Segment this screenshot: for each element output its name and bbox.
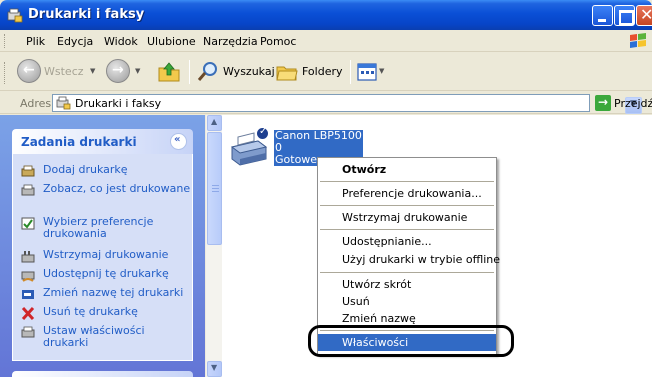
back-arrow-icon: ←: [23, 62, 35, 78]
printer-tasks-panel: Zadania drukarki « Dodaj drukarkę Zobacz…: [12, 129, 193, 361]
scroll-thumb[interactable]: [207, 132, 222, 245]
menu-use-offline[interactable]: Użyj drukarki w trybie offline: [318, 251, 500, 268]
minimize-button[interactable]: [592, 5, 613, 26]
forward-arrow-icon: →: [112, 62, 124, 78]
menu-printing-preferences[interactable]: Preferencje drukowania...: [318, 185, 496, 202]
menu-bar: Plik Edycja Widok Ulubione Narzędzia Pom…: [0, 30, 652, 52]
menu-delete[interactable]: Usuń: [318, 293, 496, 310]
task-pane: Zadania drukarki « Dodaj drukarkę Zobacz…: [0, 115, 205, 377]
menu-edit[interactable]: Edycja: [57, 35, 93, 48]
properties-icon: [21, 326, 35, 338]
toolbar-separator: [189, 60, 190, 84]
menu-separator: [320, 229, 494, 230]
printer-tasks-list: Dodaj drukarkę Zobacz, co jest drukowane…: [12, 154, 193, 361]
views-dropdown-icon[interactable]: ▼: [379, 67, 384, 75]
title-bar[interactable]: Drukarki i faksy ✕: [0, 0, 652, 30]
printers-folder-icon: [7, 8, 23, 23]
highlight-callout: [308, 325, 514, 357]
arrow-down-icon: ▼: [211, 363, 218, 372]
pause-printer-icon: [21, 251, 35, 263]
toolbar-grip[interactable]: [4, 62, 7, 84]
task-printer-properties[interactable]: Ustaw właściwości drukarki: [21, 325, 191, 351]
back-dropdown-icon[interactable]: ▼: [90, 67, 95, 75]
folders-button-label[interactable]: Foldery: [302, 65, 343, 78]
default-printer-check-icon: ✓: [256, 126, 269, 140]
maximize-button[interactable]: [614, 5, 635, 26]
menu-file[interactable]: Plik: [26, 35, 45, 48]
task-share-printer[interactable]: Udostępnij tę drukarkę: [21, 268, 191, 282]
menu-sharing[interactable]: Udostępnianie...: [318, 233, 496, 250]
menu-favorites[interactable]: Ulubione: [147, 35, 196, 48]
menu-open[interactable]: Otwórz: [318, 161, 496, 178]
collapse-icon: «: [174, 134, 181, 145]
views-icon[interactable]: [357, 62, 377, 82]
second-panel-header[interactable]: [12, 371, 193, 377]
arrow-up-icon: ▲: [211, 117, 218, 126]
menu-pause-printing[interactable]: Wstrzymaj drukowanie: [318, 209, 496, 226]
print-queue-icon: [21, 184, 35, 196]
share-printer-icon: [21, 271, 35, 282]
back-label[interactable]: Wstecz: [44, 65, 84, 78]
address-value: Drukarki i faksy: [75, 97, 162, 110]
rename-icon: [22, 290, 34, 299]
menu-separator: [320, 205, 494, 206]
address-label: Adres: [20, 97, 52, 110]
address-input[interactable]: Drukarki i faksy ▼: [52, 94, 642, 114]
folders-icon[interactable]: [276, 61, 298, 83]
search-icon[interactable]: [196, 60, 220, 84]
task-add-printer[interactable]: Dodaj drukarkę: [21, 164, 191, 178]
printers-folder-icon: [56, 96, 71, 110]
toolbar: ← Wstecz ▼ → ▼ Wyszukaj Foldery ▼: [0, 53, 652, 91]
menu-separator: [320, 272, 494, 273]
task-pause-printing[interactable]: Wstrzymaj drukowanie: [21, 249, 191, 263]
task-see-printing[interactable]: Zobacz, co jest drukowane: [21, 183, 191, 209]
forward-button[interactable]: →: [106, 59, 130, 83]
task-rename-printer[interactable]: Zmień nazwę tej drukarki: [21, 287, 191, 301]
close-icon: ✕: [640, 5, 652, 24]
collapse-button[interactable]: «: [170, 133, 187, 150]
task-delete-printer[interactable]: Usuń tę drukarkę: [21, 306, 191, 320]
close-button[interactable]: ✕: [636, 5, 652, 26]
explorer-window: Drukarki i faksy ✕ Plik Edycja Widok Ulu…: [0, 0, 652, 377]
scroll-down-button[interactable]: ▼: [207, 361, 222, 377]
preferences-icon: [21, 217, 35, 230]
add-printer-icon: [21, 165, 35, 177]
address-bar: Adres Drukarki i faksy ▼ → Przejdź: [0, 92, 652, 114]
menu-help[interactable]: Pomoc: [260, 35, 296, 48]
menu-create-shortcut[interactable]: Utwórz skrót: [318, 276, 496, 293]
printer-tasks-title: Zadania drukarki: [21, 135, 137, 149]
menu-separator: [320, 181, 494, 182]
scroll-up-button[interactable]: ▲: [207, 115, 222, 131]
go-button[interactable]: →: [595, 95, 611, 111]
task-pane-scrollbar[interactable]: ▲ ▼: [205, 115, 222, 377]
printer-name: Canon LBP5100: [275, 129, 362, 142]
search-button-label[interactable]: Wyszukaj: [223, 65, 275, 78]
menubar-grip[interactable]: [4, 34, 7, 48]
content-area: Zadania drukarki « Dodaj drukarkę Zobacz…: [0, 115, 652, 377]
menu-view[interactable]: Widok: [104, 35, 138, 48]
window-title: Drukarki i faksy: [28, 7, 145, 22]
forward-dropdown-icon[interactable]: ▼: [135, 67, 140, 75]
menu-tools[interactable]: Narzędzia: [203, 35, 258, 48]
task-preferences[interactable]: Wybierz preferencje drukowania: [21, 216, 191, 242]
delete-icon: [21, 307, 35, 320]
printer-tasks-header[interactable]: Zadania drukarki «: [12, 129, 193, 154]
back-button[interactable]: ←: [17, 59, 41, 83]
go-arrow-icon: →: [598, 95, 609, 109]
toolbar-separator-2: [350, 60, 351, 84]
up-folder-icon[interactable]: [157, 60, 181, 84]
windows-logo-icon: [630, 33, 646, 48]
go-label[interactable]: Przejdź: [614, 97, 652, 110]
